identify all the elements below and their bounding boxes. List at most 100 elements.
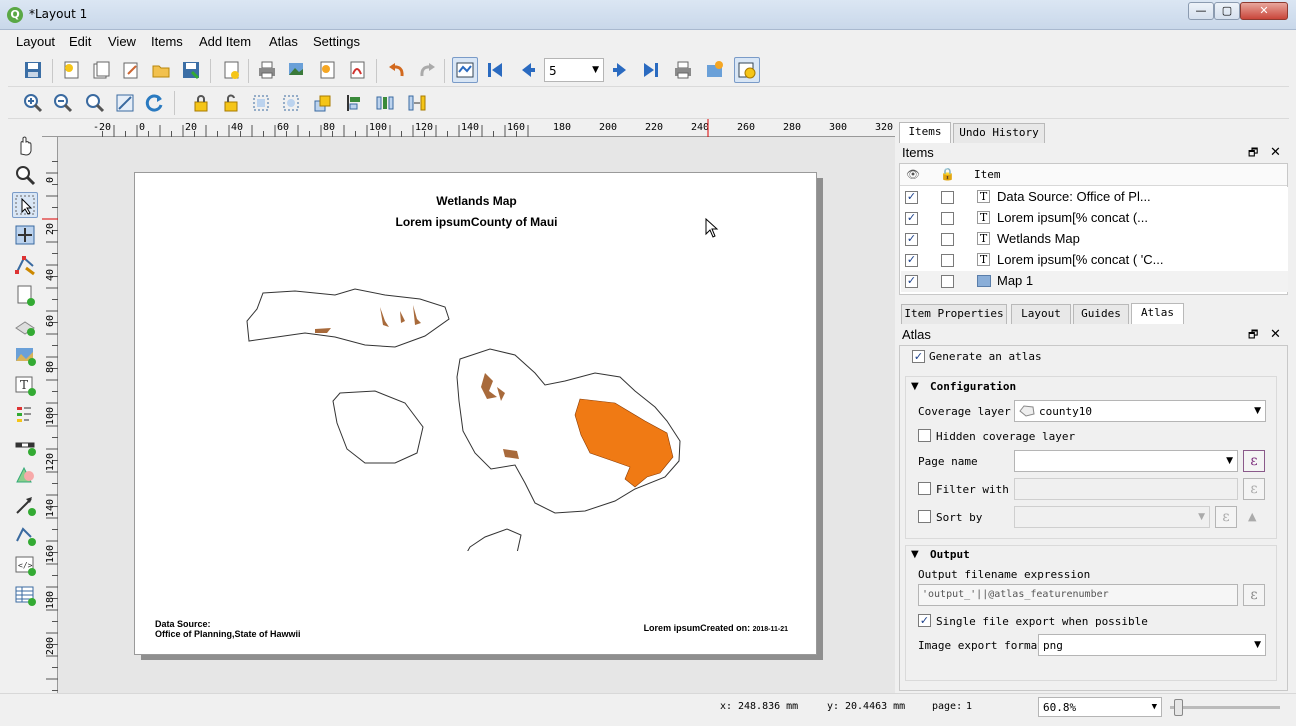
lock-checkbox[interactable]	[941, 212, 954, 225]
save-as-template-icon[interactable]	[178, 57, 204, 83]
filter-with-input[interactable]	[1014, 478, 1238, 500]
export-atlas-images-icon[interactable]	[702, 57, 728, 83]
hidden-coverage-checkbox[interactable]	[918, 429, 931, 442]
items-row[interactable]: ✓ T Lorem ipsum[% concat ( 'C...	[901, 250, 1288, 271]
menu-edit[interactable]: Edit	[69, 34, 91, 49]
sort-expression-button[interactable]: ε	[1215, 506, 1237, 528]
close-button[interactable]: ✕	[1240, 2, 1288, 20]
menu-layout[interactable]: Layout	[16, 34, 55, 49]
map-title[interactable]: Wetlands Map	[135, 194, 818, 208]
open-folder-icon[interactable]	[148, 57, 174, 83]
atlas-preview-icon[interactable]	[452, 57, 478, 83]
edit-nodes-icon[interactable]	[12, 252, 38, 278]
add-html-icon[interactable]: </>	[12, 552, 38, 578]
zoom-tool-icon[interactable]	[12, 162, 38, 188]
add-map-icon[interactable]	[12, 342, 38, 368]
items-row[interactable]: ✓ T Lorem ipsum[% concat (...	[901, 208, 1288, 229]
new-page-icon[interactable]	[218, 57, 244, 83]
lock-checkbox[interactable]	[941, 254, 954, 267]
undo-icon[interactable]	[384, 57, 410, 83]
lock-checkbox[interactable]	[941, 233, 954, 246]
atlas-page-spinbox[interactable]: 5 ▼	[544, 58, 604, 82]
tab-atlas[interactable]: Atlas	[1131, 303, 1184, 324]
page-name-expression-button[interactable]: ε	[1243, 450, 1265, 472]
new-layout-icon[interactable]	[58, 57, 84, 83]
sort-ascending-icon[interactable]: ▲	[1248, 510, 1256, 523]
sort-by-select[interactable]: ▼	[1014, 506, 1210, 528]
layout-page[interactable]: Wetlands Map Lorem ipsumCounty of Maui D…	[134, 172, 817, 655]
add-legend-icon[interactable]	[12, 402, 38, 428]
add-attribute-table-icon[interactable]	[12, 582, 38, 608]
menu-atlas[interactable]: Atlas	[269, 34, 298, 49]
lock-checkbox[interactable]	[941, 275, 954, 288]
add-arrow-icon[interactable]	[12, 492, 38, 518]
coverage-layer-select[interactable]: county10 ▼	[1014, 400, 1266, 422]
sort-by-checkbox[interactable]	[918, 510, 931, 523]
filter-expression-button[interactable]: ε	[1243, 478, 1265, 500]
add-3d-map-icon[interactable]	[12, 312, 38, 338]
data-source-label[interactable]: Data Source:	[155, 619, 211, 629]
save-icon[interactable]	[20, 57, 46, 83]
visible-checkbox[interactable]: ✓	[905, 254, 918, 267]
items-row[interactable]: ✓ T Data Source: Office of Pl...	[901, 187, 1288, 208]
zoom-out-icon[interactable]	[50, 90, 76, 116]
minimize-button[interactable]: —	[1188, 2, 1214, 20]
resize-items-icon[interactable]	[404, 90, 430, 116]
layout-canvas[interactable]: Wetlands Map Lorem ipsumCounty of Maui D…	[58, 137, 895, 693]
add-node-item-icon[interactable]	[12, 522, 38, 548]
page-name-select[interactable]: ▼	[1014, 450, 1238, 472]
zoom-select[interactable]: 60.8% ▼	[1038, 697, 1162, 717]
refresh-icon[interactable]	[142, 90, 168, 116]
zoom-in-icon[interactable]	[20, 90, 46, 116]
tab-guides[interactable]: Guides	[1073, 304, 1129, 324]
close-panel-icon[interactable]: ✕	[1270, 144, 1281, 160]
duplicate-layout-icon[interactable]	[88, 57, 114, 83]
tab-item-properties[interactable]: Item Properties	[901, 304, 1007, 324]
next-feature-icon[interactable]	[608, 57, 634, 83]
select-move-item-icon[interactable]	[12, 192, 38, 218]
zoom-slider-track[interactable]	[1170, 706, 1280, 709]
float-panel-icon[interactable]: 🗗	[1248, 144, 1258, 163]
print-atlas-icon[interactable]	[670, 57, 696, 83]
first-feature-icon[interactable]	[482, 57, 508, 83]
visible-checkbox[interactable]: ✓	[905, 191, 918, 204]
tab-undo-history[interactable]: Undo History	[953, 123, 1045, 143]
print-icon[interactable]	[254, 57, 280, 83]
unlock-items-icon[interactable]	[218, 90, 244, 116]
align-items-icon[interactable]	[342, 90, 368, 116]
menu-add-item[interactable]: Add Item	[199, 34, 251, 49]
lock-checkbox[interactable]	[941, 191, 954, 204]
previous-feature-icon[interactable]	[514, 57, 540, 83]
atlas-settings-icon[interactable]	[734, 57, 760, 83]
zoom-full-icon[interactable]	[112, 90, 138, 116]
add-shape-icon[interactable]	[12, 462, 38, 488]
output-filename-input[interactable]: 'output_'||@atlas_featurenumber	[918, 584, 1238, 606]
map-frame[interactable]	[235, 281, 715, 551]
tab-layout[interactable]: Layout	[1011, 304, 1071, 324]
collapse-arrow-icon[interactable]: ▼	[911, 381, 919, 392]
close-panel-icon[interactable]: ✕	[1270, 326, 1281, 342]
layout-manager-icon[interactable]	[118, 57, 144, 83]
add-scale-bar-icon[interactable]	[12, 432, 38, 458]
single-file-export-checkbox[interactable]: ✓	[918, 614, 931, 627]
move-content-icon[interactable]	[12, 222, 38, 248]
generate-atlas-checkbox[interactable]: ✓	[912, 350, 925, 363]
export-image-icon[interactable]	[284, 57, 310, 83]
pan-icon[interactable]	[12, 132, 38, 158]
filter-with-checkbox[interactable]	[918, 482, 931, 495]
data-source-value[interactable]: Office of Planning,State of Hawwii	[155, 629, 301, 639]
ungroup-items-icon[interactable]	[278, 90, 304, 116]
menu-items[interactable]: Items	[151, 34, 183, 49]
visible-checkbox[interactable]: ✓	[905, 275, 918, 288]
add-label-icon[interactable]: T	[12, 372, 38, 398]
maximize-button[interactable]: ▢	[1214, 2, 1240, 20]
export-svg-icon[interactable]	[314, 57, 340, 83]
image-export-format-select[interactable]: png ▼	[1038, 634, 1266, 656]
created-on-label[interactable]: Lorem ipsumCreated on: 2018-11-21	[644, 623, 788, 633]
redo-icon[interactable]	[414, 57, 440, 83]
items-row[interactable]: ✓ Map 1	[901, 271, 1288, 292]
collapse-arrow-icon[interactable]: ▼	[911, 549, 919, 560]
raise-items-icon[interactable]	[310, 90, 336, 116]
add-page-icon[interactable]	[12, 282, 38, 308]
distribute-items-icon[interactable]	[372, 90, 398, 116]
